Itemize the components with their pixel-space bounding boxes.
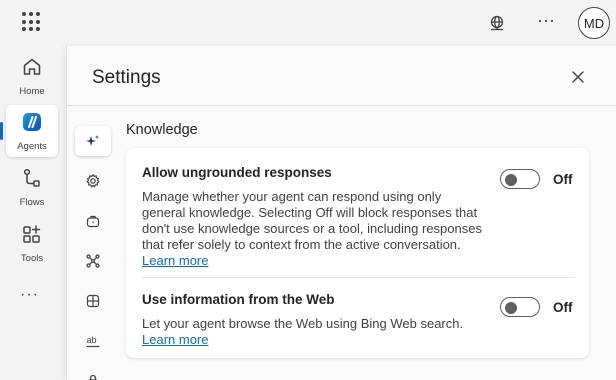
setting-description: Manage whether your agent can respond us…: [142, 189, 482, 269]
tools-icon: [21, 223, 43, 250]
sparkle-icon[interactable]: [75, 126, 111, 156]
rail-item-label: Agents: [17, 140, 47, 152]
setting-description-text: Let your agent browse the Web using Bing…: [142, 316, 464, 331]
globe-icon[interactable]: [486, 12, 508, 34]
toggle-state-label: Off: [553, 300, 573, 315]
rail-more-button[interactable]: ···: [20, 286, 39, 304]
ungrounded-responses-toggle[interactable]: [500, 169, 540, 189]
toggle-knob: [505, 302, 517, 314]
divider: [67, 105, 616, 106]
page-title: Settings: [92, 67, 161, 88]
lock-icon[interactable]: [75, 366, 111, 380]
avatar[interactable]: MD: [578, 7, 610, 39]
briefcase-icon[interactable]: [75, 206, 111, 236]
rail-item-home[interactable]: Home: [6, 50, 58, 102]
divider: [142, 277, 575, 278]
knowledge-settings-card: Allow ungrounded responses Manage whethe…: [126, 148, 589, 358]
rail-item-agents[interactable]: Agents: [6, 105, 58, 157]
rail-item-label: Home: [19, 85, 45, 97]
more-options-button[interactable]: ···: [534, 8, 558, 36]
text-format-icon[interactable]: ab: [75, 326, 111, 356]
top-bar: ··· MD: [0, 0, 616, 46]
setting-description-text: Manage whether your agent can respond us…: [142, 189, 482, 252]
settings-panel: Settings ab Knowledge Allow ungrounded r…: [66, 46, 616, 380]
web-information-toggle[interactable]: [500, 297, 540, 317]
waffle-icon[interactable]: [22, 12, 42, 32]
agents-icon: [21, 111, 43, 138]
setting-description: Let your agent browse the Web using Bing…: [142, 316, 482, 348]
toggle-state-label: Off: [553, 172, 573, 187]
section-title: Knowledge: [126, 122, 198, 138]
rail-item-tools[interactable]: Tools: [6, 217, 58, 269]
rail-item-label: Flows: [19, 196, 45, 208]
flows-icon: [21, 167, 43, 194]
close-icon[interactable]: [569, 68, 587, 86]
rail-item-flows[interactable]: Flows: [6, 161, 58, 213]
left-rail: Home Agents Flows Tools ···: [0, 46, 66, 380]
learn-more-link[interactable]: Learn more: [142, 253, 208, 268]
network-icon[interactable]: [75, 246, 111, 276]
home-icon: [21, 56, 43, 83]
rail-item-label: Tools: [20, 252, 44, 264]
learn-more-link[interactable]: Learn more: [142, 332, 208, 347]
toggle-knob: [505, 174, 517, 186]
rail-active-indicator: [0, 122, 3, 140]
grid-icon[interactable]: [75, 286, 111, 316]
svg-text:ab: ab: [87, 335, 97, 345]
gear-icon[interactable]: [75, 166, 111, 196]
